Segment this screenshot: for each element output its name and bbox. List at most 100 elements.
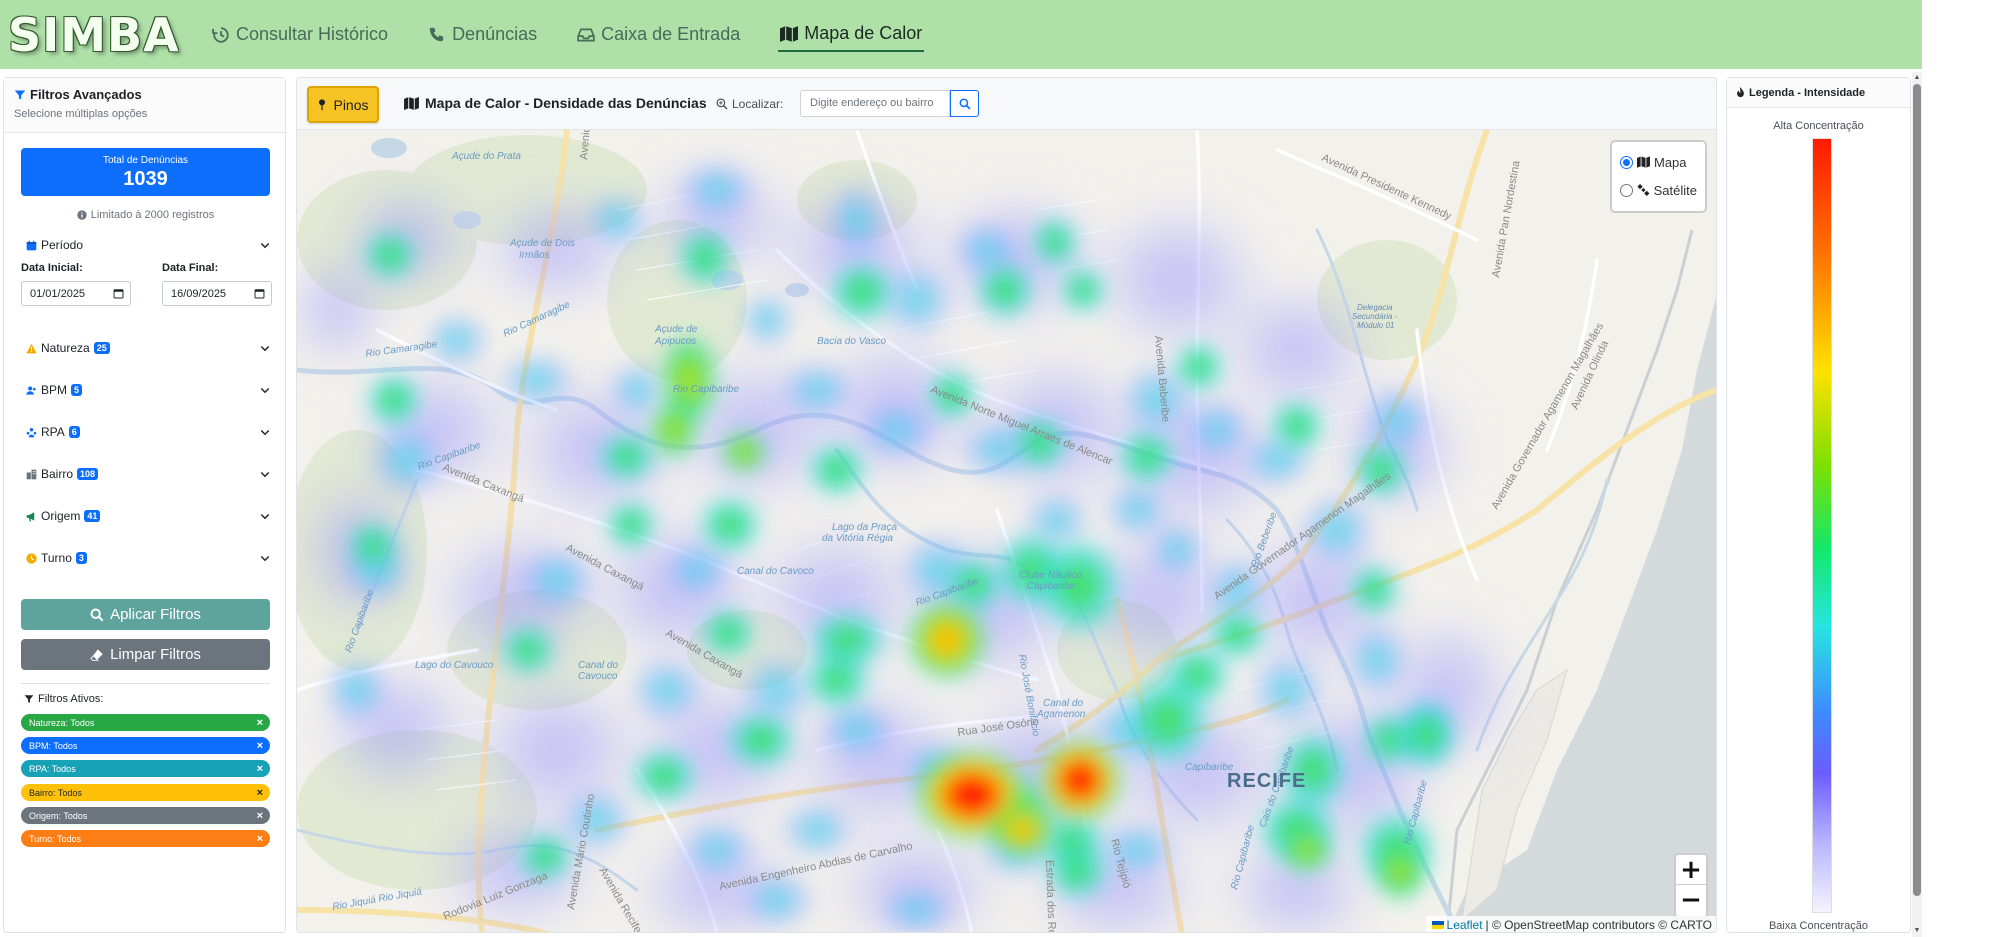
pins-label: Pinos — [333, 96, 369, 113]
sidebar-title-text: Filtros Avançados — [30, 87, 142, 102]
zoom-out-button[interactable]: − — [1676, 885, 1706, 915]
remove-chip-icon[interactable]: × — [257, 810, 263, 822]
filters-sidebar: Filtros Avançados Selecione múltiplas op… — [3, 77, 286, 933]
sidebar-header: Filtros Avançados Selecione múltiplas op… — [4, 78, 285, 133]
active-filter-chip: Natureza: Todos × — [21, 714, 270, 731]
filter-rpa-toggle[interactable]: RPA 6 — [26, 425, 271, 439]
clear-filters-label: Limpar Filtros — [110, 646, 201, 663]
remove-chip-icon[interactable]: × — [257, 717, 263, 729]
layer-option-satelite[interactable]: Satélite — [1620, 176, 1697, 204]
address-search-button[interactable] — [950, 90, 979, 117]
nav-links: Consultar Histórico Denúncias Caixa de E… — [210, 0, 925, 69]
limit-note: Limitado à 2000 registros — [4, 209, 287, 221]
zoom-search-icon — [716, 98, 728, 110]
filter-natureza-toggle[interactable]: Natureza 25 — [26, 341, 271, 355]
inbox-icon — [577, 28, 595, 41]
map-label: Canal do Cavoco — [737, 566, 814, 577]
filter-icon — [14, 90, 26, 99]
zoom-in-button[interactable]: + — [1676, 855, 1706, 885]
filter-label: BPM — [41, 383, 68, 397]
start-date-label: Data Inicial: — [21, 262, 83, 274]
filter-icon — [24, 695, 34, 703]
chevron-down-icon — [260, 345, 270, 352]
nav-item-caixa-entrada[interactable]: Caixa de Entrada — [575, 18, 742, 52]
chevron-down-icon — [260, 387, 270, 394]
ukraine-flag-icon — [1431, 921, 1444, 929]
legend-low-label: Baixa Concentração — [1768, 920, 1869, 932]
map-label: Canal do Cavouco — [578, 660, 618, 682]
eraser-icon — [90, 648, 103, 661]
page-scrollbar-thumb[interactable] — [1913, 84, 1921, 896]
filter-count-badge: 3 — [75, 552, 87, 564]
end-date-input[interactable]: 16/09/2025 — [162, 281, 272, 306]
filter-label: Natureza — [41, 341, 90, 355]
chip-label: RPA: Todos — [29, 763, 76, 774]
calendar-picker-icon[interactable] — [254, 288, 265, 299]
map-label: Lago do Cavouco — [415, 660, 494, 671]
map-icon — [404, 96, 419, 110]
clear-filters-button[interactable]: Limpar Filtros — [21, 639, 270, 670]
layer-option-mapa[interactable]: Mapa — [1620, 148, 1697, 176]
basemap[interactable]: Açude do Prata Açude de Dois Irmãos Açude… — [297, 130, 1717, 933]
end-date-value: 16/09/2025 — [171, 287, 227, 300]
remove-chip-icon[interactable]: × — [257, 833, 263, 845]
nav-item-denuncias[interactable]: Denúncias — [426, 18, 539, 52]
nav-item-mapa-calor[interactable]: Mapa de Calor — [778, 18, 925, 52]
layer-control: Mapa Satélite — [1610, 140, 1707, 213]
filter-bairro-toggle[interactable]: Bairro 108 — [26, 467, 271, 481]
filter-bpm-toggle[interactable]: BPM 5 — [26, 383, 271, 397]
start-date-value: 01/01/2025 — [30, 287, 86, 300]
scroll-down-arrow-icon[interactable]: ▼ — [1912, 926, 1922, 936]
scroll-up-arrow-icon[interactable]: ▲ — [1912, 73, 1922, 83]
address-search-input[interactable]: Digite endereço ou bairro — [800, 90, 950, 117]
remove-chip-icon[interactable]: × — [257, 787, 263, 799]
remove-chip-icon[interactable]: × — [257, 740, 263, 752]
filter-count-badge: 6 — [68, 426, 80, 438]
nav-item-label: Mapa de Calor — [804, 23, 923, 43]
calendar-icon — [26, 240, 37, 250]
nav-item-label: Caixa de Entrada — [601, 24, 741, 44]
zoom-control: + − — [1674, 853, 1708, 918]
pins-toggle-button[interactable]: Pinos — [307, 86, 379, 123]
region-icon — [26, 427, 37, 437]
filter-label: Bairro — [41, 467, 74, 481]
apply-filters-label: Aplicar Filtros — [110, 606, 201, 623]
start-date-input[interactable]: 01/01/2025 — [21, 281, 131, 306]
legend-high-label: Alta Concentração — [1773, 120, 1864, 132]
info-icon — [77, 210, 87, 220]
total-label: Total de Denúncias — [102, 155, 189, 166]
pin-icon — [319, 98, 326, 110]
filter-origem-toggle[interactable]: Origem 41 — [26, 509, 271, 523]
period-section-toggle[interactable]: Período — [26, 238, 271, 252]
total-denuncias-card: Total de Denúncias 1039 — [21, 148, 270, 196]
map-attribution: Leaflet | © OpenStreetMap contributors ©… — [1425, 916, 1716, 932]
apply-filters-button[interactable]: Aplicar Filtros — [21, 599, 270, 630]
remove-chip-icon[interactable]: × — [257, 763, 263, 775]
radio-selected[interactable] — [1620, 155, 1633, 169]
map-icon — [780, 25, 799, 42]
filter-turno-toggle[interactable]: Turno 3 — [26, 551, 271, 565]
map-label: Açude de Apipucos — [654, 324, 698, 347]
map-label: Bacia do Vasco — [817, 336, 887, 347]
calendar-picker-icon[interactable] — [113, 288, 124, 299]
satellite-icon — [1637, 184, 1650, 196]
megaphone-icon — [26, 511, 35, 521]
app-logo[interactable]: SIMBA — [8, 8, 180, 62]
filter-count-badge: 25 — [93, 342, 110, 354]
sidebar-subtitle: Selecione múltiplas opções — [14, 108, 148, 120]
chip-label: Turno: Todos — [29, 833, 82, 844]
leaflet-link[interactable]: Leaflet — [1447, 918, 1483, 932]
map-panel: Pinos Mapa de Calor - Densidade das Denú… — [296, 77, 1717, 933]
phone-icon — [429, 27, 444, 41]
map-label: Delegacia Secundária -Módulo 01 — [1352, 303, 1398, 330]
map-label: Açude do Prata — [451, 151, 521, 162]
nav-item-historico[interactable]: Consultar Histórico — [210, 18, 390, 52]
map-label: Clube Náutico Capibaribe — [1019, 570, 1082, 592]
heatmap-map[interactable]: Açude do Prata Açude de Dois Irmãos Açude… — [297, 130, 1717, 933]
top-navbar: SIMBA Consultar Histórico Denúncias Caix… — [0, 0, 1922, 69]
legend-gradient-bar — [1812, 138, 1832, 913]
limit-note-text: Limitado à 2000 registros — [90, 209, 215, 221]
filter-count-badge: 41 — [84, 510, 101, 522]
filter-label: Turno — [41, 551, 72, 565]
radio-unselected[interactable] — [1620, 183, 1633, 197]
